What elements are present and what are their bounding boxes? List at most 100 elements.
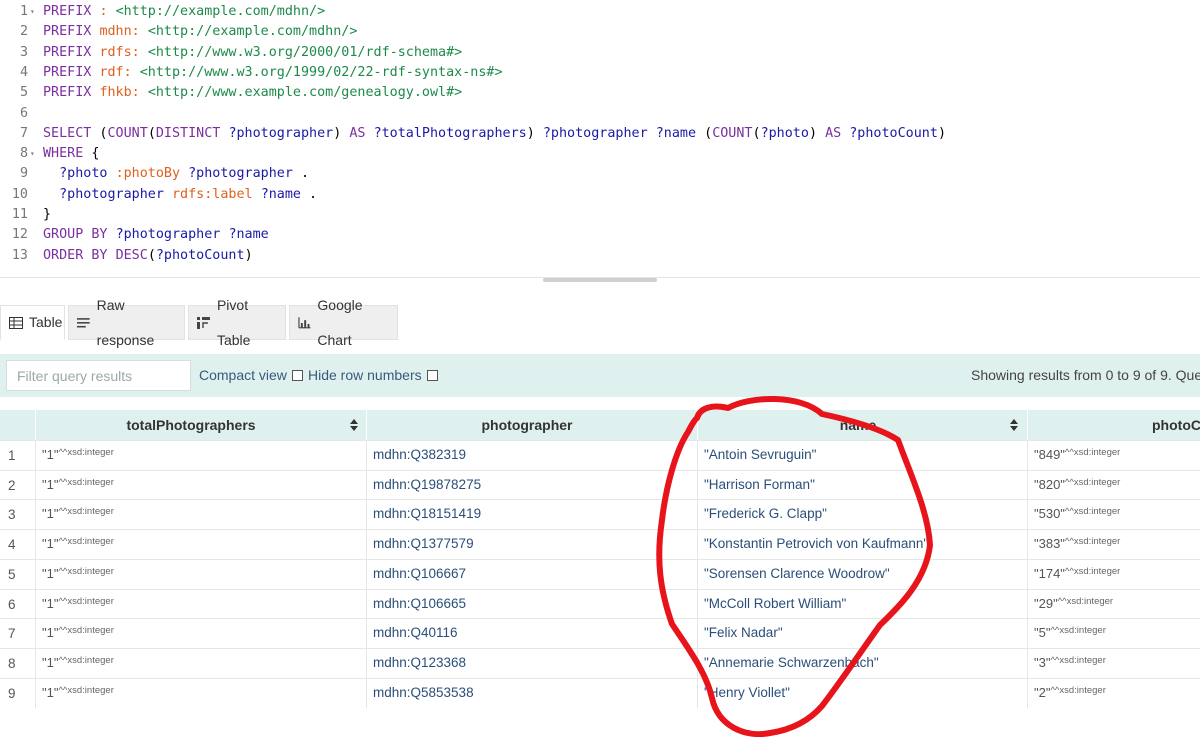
photographer-link[interactable]: mdhn:Q106665 — [373, 596, 466, 611]
code-line[interactable]: 1 ▾ PREFIX : <http://example.com/mdhn/> — [0, 2, 1200, 22]
editor-resize-handle[interactable] — [543, 278, 657, 282]
column-header-label: totalPhotographers — [126, 417, 256, 433]
name-value: "Sorensen Clarence Woodrow" — [704, 565, 890, 581]
code-line[interactable]: 6 — [0, 104, 1200, 124]
code-token: rdf: — [99, 64, 132, 80]
code-line[interactable]: 11} — [0, 205, 1200, 225]
column-header-label: name — [839, 417, 877, 433]
query-editor[interactable]: 1 ▾ PREFIX : <http://example.com/mdhn/> 2 PR… — [0, 0, 1200, 278]
code-line[interactable]: 13 ORDER BY DESC(?photoCount) — [0, 246, 1200, 266]
tab-raw-response-label: Raw response — [96, 296, 155, 348]
table-row: 4 "1"^^xsd:integer mdhn:Q1377579 "Konstanti… — [0, 529, 1200, 560]
tab-raw-response[interactable]: Raw response — [68, 297, 185, 348]
tab-google-chart[interactable]: Google Chart — [289, 297, 398, 348]
code-line[interactable]: 2 PREFIX mdhn: <http://example.com/mdhn/> — [0, 22, 1200, 42]
row-number: 1 — [8, 448, 16, 463]
filter-results-input[interactable] — [6, 360, 191, 391]
photographer-link[interactable]: mdhn:Q123368 — [373, 655, 466, 670]
hide-row-numbers-option[interactable]: Hide row numbers — [308, 367, 438, 383]
row-number: 2 — [8, 477, 16, 493]
photographer-cell: mdhn:Q382319 — [366, 441, 697, 470]
sort-icon[interactable] — [350, 419, 359, 431]
photographer-link[interactable]: mdhn:Q1377579 — [373, 536, 474, 551]
photographer-link[interactable]: mdhn:Q19878275 — [373, 477, 481, 492]
code-token: <http://www.example.com/genealogy.owl#> — [147, 85, 463, 101]
code-line[interactable]: 8 ▾ WHERE { — [0, 144, 1200, 164]
total-photographers-cell: "1"^^xsd:integer — [35, 559, 366, 589]
total-photographers-cell: "1"^^xsd:integer — [35, 530, 366, 560]
table-icon — [9, 316, 23, 329]
photographer-cell: mdhn:Q5853538 — [366, 678, 697, 708]
table-row: 6 "1"^^xsd:integer mdhn:Q106665 "McColl Rob… — [0, 588, 1200, 619]
name-value: "Antoin Sevruguin" — [704, 447, 817, 462]
column-header-label: photographer — [481, 417, 573, 433]
column-header-photographer[interactable]: photographer — [366, 410, 696, 440]
code-text: ?photo :photoBy ?photographer . — [43, 164, 309, 184]
name-cell: "Sorensen Clarence Woodrow" — [697, 559, 1027, 589]
name-value: "Konstantin Petrovich von Kaufmann" — [704, 536, 929, 552]
line-number: 11 — [11, 207, 28, 222]
datatype-label: ^^xsd:integer — [58, 684, 114, 696]
code-token: <http://example.com/mdhn/> — [147, 24, 358, 40]
code-token: ?photoCount — [155, 247, 245, 263]
photo-count-cell: "820"^^xsd:integer — [1027, 470, 1200, 500]
code-token: :photoBy — [115, 166, 181, 182]
table-row: 8 "1"^^xsd:integer mdhn:Q123368 "Annemarie … — [0, 647, 1200, 678]
photo-count-cell: "849"^^xsd:integer — [1027, 441, 1200, 470]
literal-value: "1"^^xsd:integer — [42, 477, 114, 492]
code-token: <http://www.w3.org/1999/02/22-rdf-syntax… — [139, 64, 503, 80]
photographer-link[interactable]: mdhn:Q5853538 — [373, 685, 474, 700]
datatype-label: ^^xsd:integer — [1064, 536, 1121, 548]
column-header-name[interactable]: name — [697, 410, 1027, 440]
code-token: <http://www.w3.org/2000/01/rdf-schema#> — [147, 44, 463, 60]
name-cell: "Felix Nadar" — [697, 619, 1027, 649]
fold-arrow-icon[interactable]: ▾ — [30, 2, 38, 22]
code-line[interactable]: 4 PREFIX rdf: <http://www.w3.org/1999/02/… — [0, 63, 1200, 83]
literal-text: "29" — [1034, 595, 1058, 611]
code-token: mdhn: — [99, 24, 140, 40]
code-token: ( — [91, 125, 108, 141]
photographer-link[interactable]: mdhn:Q18151419 — [373, 506, 481, 521]
code-line[interactable]: 3 PREFIX rdfs: <http://www.w3.org/2000/01… — [0, 43, 1200, 63]
code-line[interactable]: 10 ?photographer rdfs:label ?name . — [0, 185, 1200, 205]
row-number: 9 — [8, 685, 16, 701]
datatype-label: ^^xsd:integer — [58, 536, 114, 548]
name-cell: "Harrison Forman" — [697, 470, 1027, 500]
column-header-photocount[interactable]: photoCo — [1027, 410, 1200, 440]
tab-table[interactable]: Table — [0, 305, 65, 340]
sort-icon[interactable] — [1010, 419, 1019, 431]
row-number-cell: 4 — [0, 530, 35, 559]
code-line[interactable]: 5 PREFIX fhkb: <http://www.example.com/ge… — [0, 83, 1200, 103]
line-number: 1 — [19, 4, 28, 19]
code-token: PREFIX — [43, 64, 92, 80]
photographer-link[interactable]: mdhn:Q382319 — [373, 447, 466, 462]
photo-count-cell: "3"^^xsd:integer — [1027, 648, 1200, 678]
tab-pivot-table[interactable]: Pivot Table — [188, 297, 286, 348]
code-line[interactable]: 9 ?photo :photoBy ?photographer . — [0, 164, 1200, 184]
photo-count-cell: "174"^^xsd:integer — [1027, 559, 1200, 589]
code-token: ?photo — [760, 125, 809, 141]
name-cell: "Frederick G. Clapp" — [697, 500, 1027, 530]
fold-arrow-icon[interactable]: ▾ — [30, 144, 38, 164]
code-token: PREFIX — [43, 85, 92, 101]
code-token: ( — [147, 125, 156, 141]
compact-view-checkbox[interactable] — [291, 369, 303, 381]
code-line[interactable]: 12 GROUP BY ?photographer ?name — [0, 225, 1200, 245]
code-text: PREFIX : <http://example.com/mdhn/> — [43, 2, 325, 22]
code-token: PREFIX — [43, 4, 92, 19]
results-count-text: Showing results from 0 to 9 of 9. Query — [971, 367, 1200, 383]
row-number-cell: 5 — [0, 560, 35, 589]
row-number-cell: 2 — [0, 471, 35, 500]
photographer-link[interactable]: mdhn:Q40116 — [373, 625, 458, 640]
photographer-link[interactable]: mdhn:Q106667 — [373, 566, 466, 581]
literal-text: "820" — [1034, 476, 1065, 492]
line-number: 5 — [19, 85, 28, 101]
photographer-cell: mdhn:Q19878275 — [366, 470, 697, 500]
compact-view-option[interactable]: Compact view — [199, 367, 303, 383]
code-line[interactable]: 7 SELECT (COUNT(DISTINCT ?photographer) A… — [0, 124, 1200, 144]
column-header-totalphotographers[interactable]: totalPhotographers — [35, 410, 365, 440]
hide-row-numbers-checkbox[interactable] — [426, 369, 438, 381]
